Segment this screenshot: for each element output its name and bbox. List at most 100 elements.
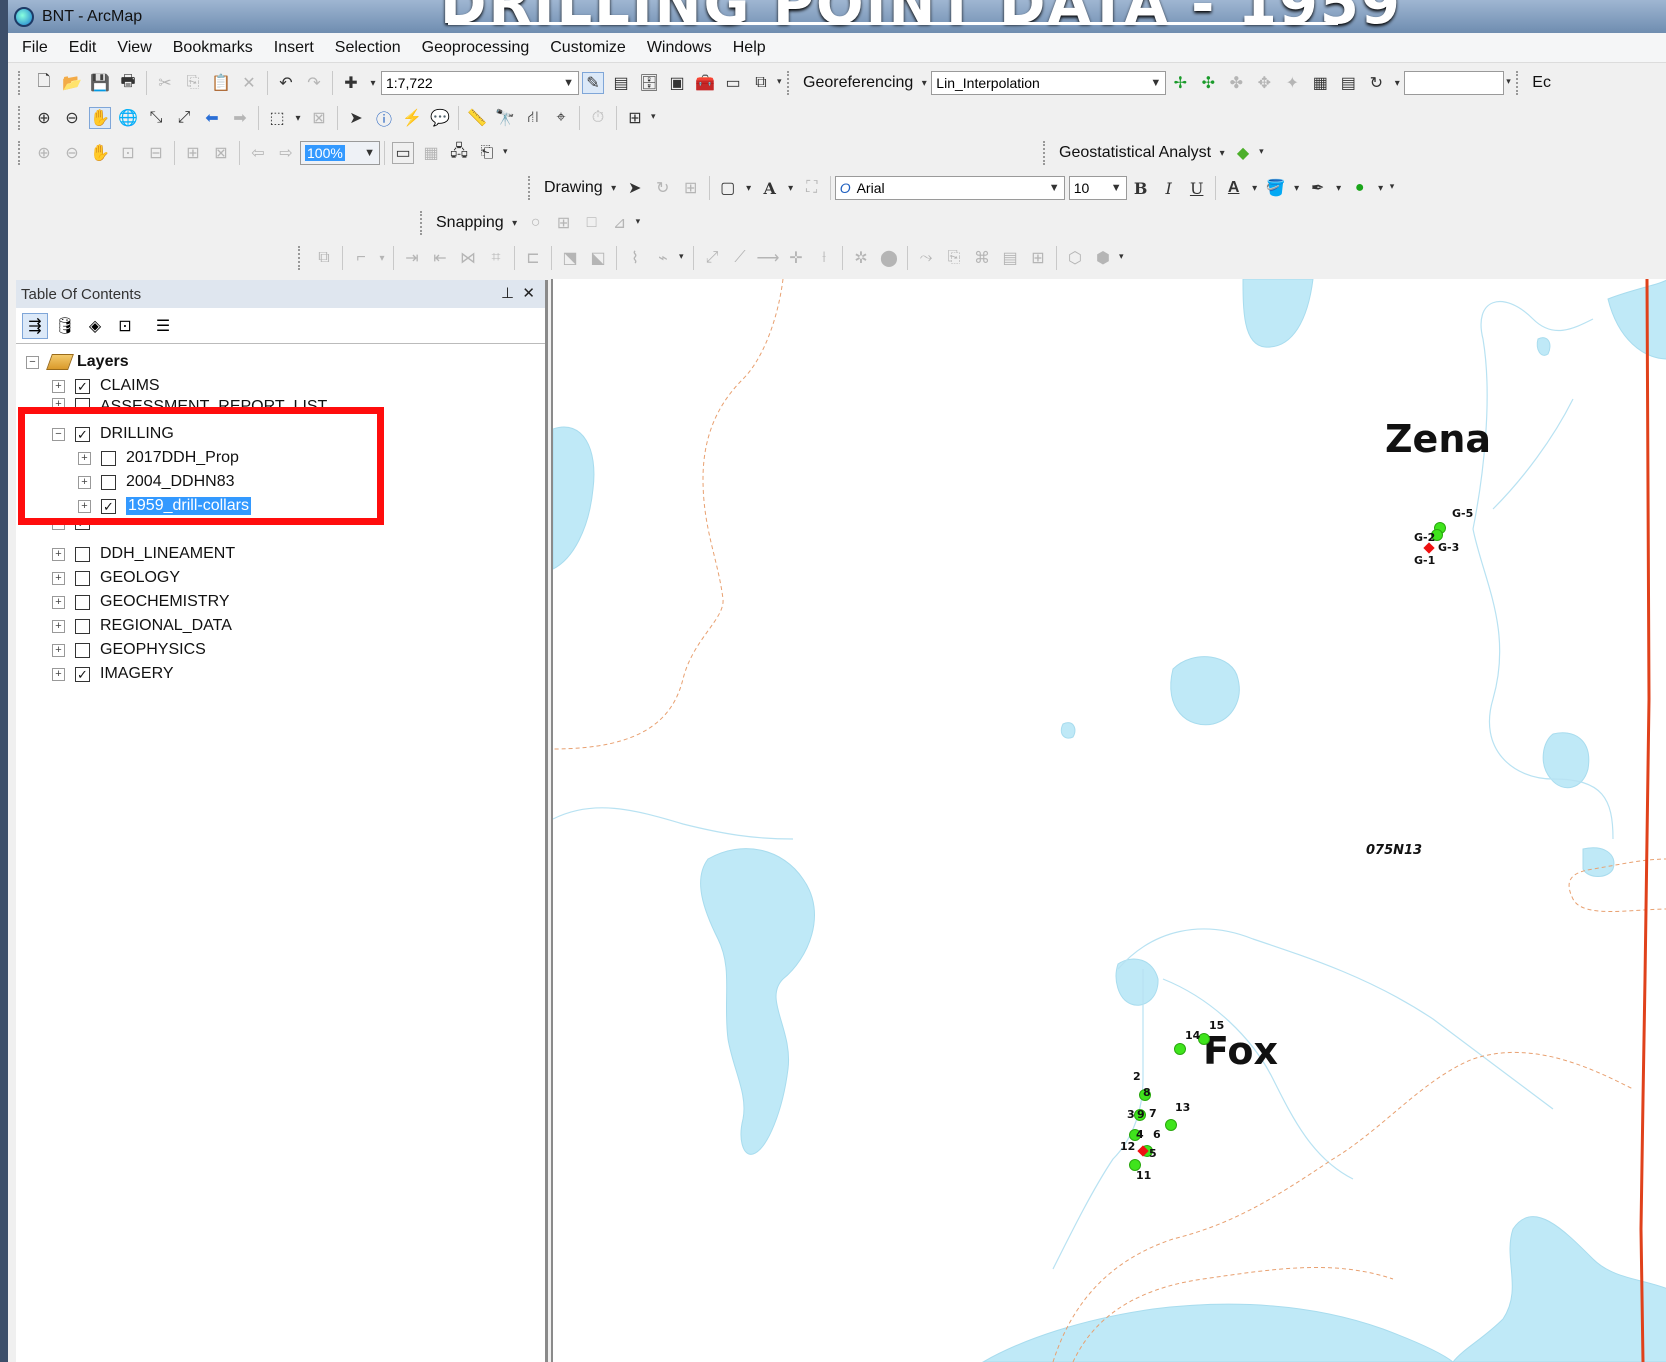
list-by-visibility-icon[interactable]: ◈: [82, 313, 108, 339]
toolbar-overflow-icon[interactable]: ▾: [1390, 181, 1400, 195]
layer-visibility-checkbox[interactable]: [75, 594, 90, 610]
menu-edit[interactable]: Edit: [69, 39, 97, 57]
line-intersection-icon[interactable]: ⋈: [457, 247, 479, 269]
tree-row-layer[interactable]: + GEOCHEMISTRY: [52, 590, 230, 614]
toolbar-overflow-icon[interactable]: ▾: [636, 216, 646, 230]
sphere-icon[interactable]: ⬤: [878, 247, 900, 269]
replace-geometry-icon[interactable]: ⬔: [559, 247, 581, 269]
select-elements-arrow-icon[interactable]: ➤: [345, 107, 367, 129]
layout-zoom-in-icon[interactable]: ⊕: [33, 142, 55, 164]
toolbar-grip[interactable]: [18, 71, 24, 95]
vertex-snapping-icon[interactable]: □: [581, 212, 603, 234]
generalize-icon[interactable]: ⌇: [624, 247, 646, 269]
attribute-table-icon[interactable]: ▤: [610, 72, 632, 94]
toolbar-grip[interactable]: [1516, 71, 1522, 95]
layout-pan-icon[interactable]: ✋: [89, 142, 111, 164]
geostat-dropdown-icon[interactable]: ▾: [1218, 142, 1226, 164]
expand-icon[interactable]: +: [52, 667, 65, 681]
georef-transformation-combo[interactable]: Lin_Interpolation ▼: [931, 71, 1167, 95]
copy-icon[interactable]: ⎘: [182, 72, 204, 94]
menu-selection[interactable]: Selection: [335, 39, 401, 57]
fill-color-bucket-icon[interactable]: 🪣: [1265, 177, 1287, 199]
pan-hand-icon[interactable]: ✋: [89, 107, 111, 129]
new-document-icon[interactable]: 🗋: [33, 72, 55, 94]
rectangle-icon[interactable]: ▢: [717, 177, 739, 199]
catalog-icon[interactable]: 🗄: [638, 72, 660, 94]
chevron-down-icon[interactable]: ▼: [1111, 182, 1122, 194]
underline-button[interactable]: U: [1186, 177, 1208, 199]
layer-visibility-checkbox[interactable]: ✓: [75, 666, 90, 682]
rotate-dropdown-icon[interactable]: ▾: [1393, 72, 1401, 94]
point-snapping-icon[interactable]: ○: [525, 212, 547, 234]
viewer-icon[interactable]: ▦: [1309, 72, 1331, 94]
auto-registration-icon[interactable]: ✣: [1197, 72, 1219, 94]
python-window-icon[interactable]: ▭: [722, 72, 744, 94]
drawing-menu[interactable]: Drawing: [544, 179, 603, 197]
zoom-out-icon[interactable]: ⊖: [61, 107, 83, 129]
dimension-icon[interactable]: ✲: [850, 247, 872, 269]
create-viewer-window-icon[interactable]: ⊞: [624, 107, 646, 129]
menu-bookmarks[interactable]: Bookmarks: [173, 39, 253, 57]
print-icon[interactable]: 🖶: [117, 72, 139, 94]
data-driven-pages-icon[interactable]: ⎗: [476, 142, 498, 164]
toc-options-icon[interactable]: ☰: [150, 313, 176, 339]
modelbuilder-icon[interactable]: ⧉: [750, 72, 772, 94]
save-icon[interactable]: 💾: [89, 72, 111, 94]
marker-color-dropdown-icon[interactable]: ▾: [1377, 177, 1385, 199]
toolbar-overflow-icon[interactable]: ▾: [1259, 146, 1269, 160]
georeferencing-dropdown-icon[interactable]: ▾: [920, 72, 928, 94]
delete-icon[interactable]: ✕: [238, 72, 260, 94]
tree-row-layers[interactable]: − Layers: [26, 350, 129, 374]
layer-label[interactable]: REGIONAL_DATA: [100, 617, 232, 635]
open-folder-icon[interactable]: 📂: [61, 72, 83, 94]
list-by-drawing-order-icon[interactable]: ⇶: [22, 312, 48, 339]
menu-customize[interactable]: Customize: [550, 39, 626, 57]
font-color-icon[interactable]: A: [1223, 177, 1245, 199]
snapping-dropdown-icon[interactable]: ▾: [511, 212, 519, 234]
fillet-dropdown-icon[interactable]: ▾: [378, 247, 386, 269]
distance-distance-icon[interactable]: ✛: [785, 247, 807, 269]
georef-input-field[interactable]: [1404, 71, 1505, 95]
toolbar-grip[interactable]: [528, 176, 534, 200]
expand-icon[interactable]: +: [52, 547, 65, 561]
tree-row-layer[interactable]: + GEOLOGY: [52, 566, 180, 590]
layer-visibility-checkbox[interactable]: [75, 618, 90, 634]
toggle-draft-mode-icon[interactable]: ▭: [392, 142, 414, 164]
geostatistical-analyst-menu[interactable]: Geostatistical Analyst: [1059, 144, 1211, 162]
list-by-source-icon[interactable]: 🛢: [52, 313, 78, 339]
layer-label[interactable]: CLAIMS: [100, 377, 160, 395]
bold-button[interactable]: B: [1130, 177, 1152, 199]
rectangle-dropdown-icon[interactable]: ▾: [745, 177, 753, 199]
delete-link-icon[interactable]: ✦: [1281, 72, 1303, 94]
toolbar-grip[interactable]: [1043, 141, 1049, 165]
editor-toolbar-icon[interactable]: ✎: [582, 72, 604, 94]
layer-visibility-checkbox[interactable]: [75, 570, 90, 586]
construct-points-icon[interactable]: ⬕: [587, 247, 609, 269]
menu-insert[interactable]: Insert: [274, 39, 314, 57]
time-slider-icon[interactable]: ⏱: [587, 107, 609, 129]
expand-icon[interactable]: +: [52, 619, 65, 633]
tree-row-layer[interactable]: + DDH_LINEAMENT: [52, 542, 235, 566]
adjustment-icon[interactable]: ⊞: [1027, 247, 1049, 269]
direction-distance-icon[interactable]: ⟊: [813, 247, 835, 269]
collapse-icon[interactable]: −: [26, 355, 39, 369]
menu-windows[interactable]: Windows: [647, 39, 712, 57]
fillet-icon[interactable]: ⌐: [350, 247, 372, 269]
font-size-combo[interactable]: 10 ▼: [1068, 176, 1127, 200]
extend-icon[interactable]: ⇥: [401, 247, 423, 269]
explode-icon[interactable]: ⌗: [485, 247, 507, 269]
layout-back-icon[interactable]: ⇦: [247, 142, 269, 164]
fill-color-dropdown-icon[interactable]: ▾: [1293, 177, 1301, 199]
add-control-points-icon[interactable]: ✢: [1169, 72, 1191, 94]
tree-row-layer[interactable]: + ✓ CLAIMS: [52, 374, 160, 398]
align-to-shape-icon[interactable]: ⊏: [522, 247, 544, 269]
html-popup-icon[interactable]: 💬: [429, 107, 451, 129]
list-by-selection-icon[interactable]: ⊡: [112, 313, 138, 339]
select-features-icon[interactable]: ⬚: [266, 107, 288, 129]
toolbar-overflow-icon[interactable]: ▾: [1119, 251, 1129, 265]
traverse-icon[interactable]: ⤳: [915, 247, 937, 269]
back-arrow-icon[interactable]: ⬅: [201, 107, 223, 129]
drill-collar-point[interactable]: [1165, 1119, 1177, 1131]
end-snapping-icon[interactable]: ⊞: [553, 212, 575, 234]
midpoint-icon[interactable]: ⟶: [757, 247, 780, 269]
